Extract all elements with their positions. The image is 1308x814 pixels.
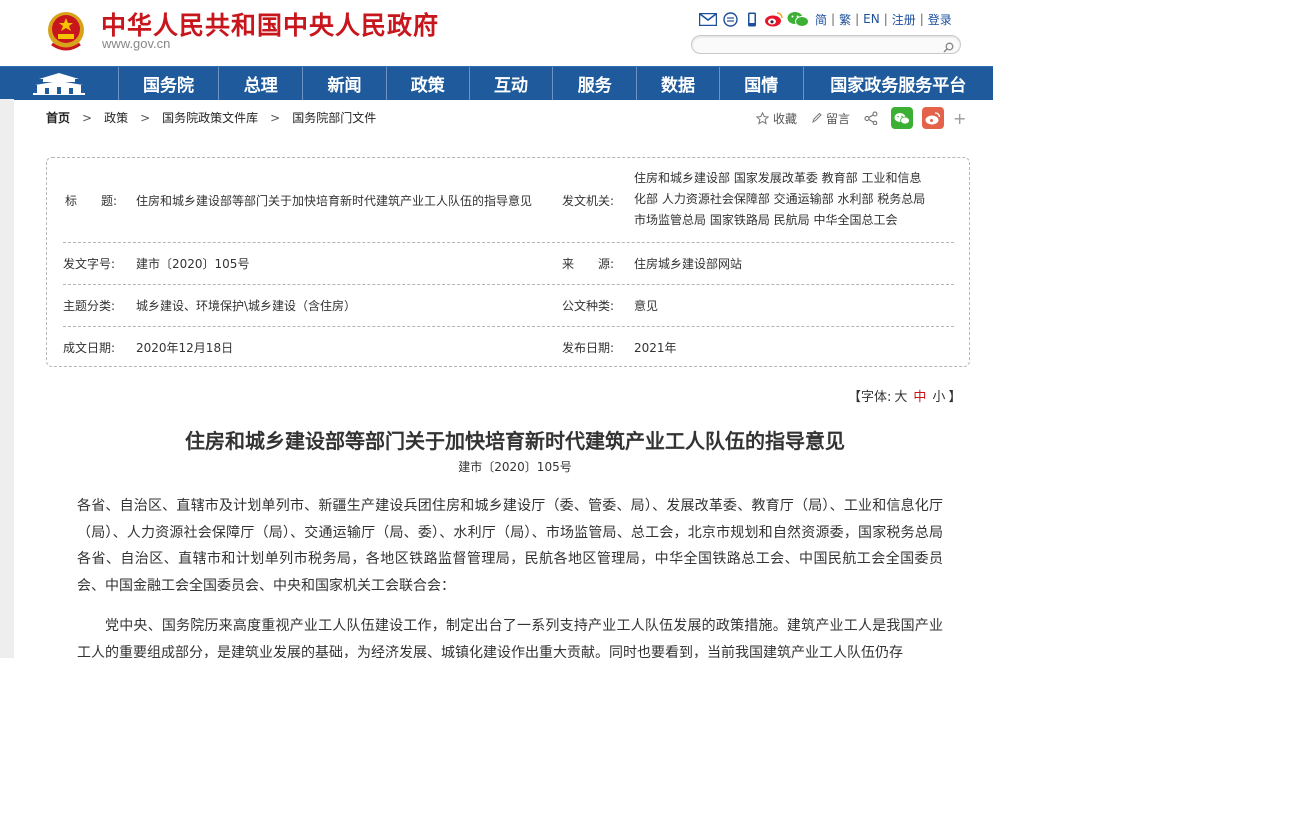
share-icon[interactable] [864, 111, 882, 125]
nav-item-policy[interactable]: 政策 [387, 67, 470, 100]
title-label: 标 题: [65, 194, 118, 208]
breadcrumb-department-documents[interactable]: 国务院部门文件 [292, 109, 376, 126]
published-date-value: 2021年 [634, 341, 677, 355]
site-url[interactable]: www.gov.cn [102, 36, 170, 51]
font-size-medium[interactable]: 中 [910, 390, 929, 405]
issuer-value: 住房和城乡建设部 国家发展改革委 教育部 工业和信息 化部 人力资源社会保障部 … [634, 168, 954, 231]
source-label: 来 源: [562, 257, 615, 271]
title-value: 住房和城乡建设部等部门关于加快培育新时代建筑产业工人队伍的指导意见 [136, 194, 533, 208]
star-icon [756, 111, 769, 125]
source-value: 住房城乡建设部网站 [634, 257, 743, 271]
weibo-icon[interactable] [763, 10, 785, 28]
share-weibo-icon[interactable] [922, 107, 945, 129]
collect-label: 收藏 [773, 111, 798, 126]
type-label: 公文种类: [562, 299, 615, 313]
breadcrumb: 首页 > 政策 > 国务院政策文件库 > 国务院部门文件 [46, 109, 376, 126]
nav-item-national-conditions[interactable]: 国情 [720, 67, 804, 100]
login-link[interactable]: 登录 [924, 11, 956, 28]
topic-value: 城乡建设、环境保护\城乡建设（含住房） [136, 299, 357, 313]
article-doc-number: 建市〔2020〕105号 [458, 460, 572, 474]
info-row-topic: 主题分类: 城乡建设、环境保护\城乡建设（含住房） 公文种类: 意见 [63, 284, 954, 327]
simplified-link[interactable]: 简 [811, 11, 831, 28]
issuer-line: 市场监管总局 国家铁路局 民航局 中华全国总工会 [634, 213, 898, 227]
issuer-line: 化部 人力资源社会保障部 交通运输部 水利部 税务总局 [634, 192, 926, 206]
nav-item-news[interactable]: 新闻 [303, 67, 387, 100]
issuer-label: 发文机关: [562, 194, 615, 208]
font-size-small[interactable]: 小 [929, 390, 948, 405]
type-value: 意见 [634, 299, 659, 313]
pencil-icon [812, 112, 822, 124]
nav-item-interaction[interactable]: 互动 [470, 67, 554, 100]
nav-item-premier[interactable]: 总理 [219, 67, 304, 100]
issuer-line: 住房和城乡建设部 国家发展改革委 教育部 工业和信息 [634, 171, 922, 185]
comment-button[interactable]: 留言 [811, 110, 850, 127]
font-size-large[interactable]: 大 [891, 390, 910, 405]
register-link[interactable]: 注册 [888, 11, 920, 28]
traditional-link[interactable]: 繁 [835, 11, 855, 28]
nav-item-data[interactable]: 数据 [637, 67, 720, 100]
comment-label: 留言 [826, 111, 851, 126]
english-link[interactable]: EN [859, 12, 884, 26]
article-title: 住房和城乡建设部等部门关于加快培育新时代建筑产业工人队伍的指导意见 [185, 429, 845, 453]
info-row-title: 标 题: 住房和城乡建设部等部门关于加快培育新时代建筑产业工人队伍的指导意见 发… [63, 158, 954, 243]
chevron-right-icon: > [140, 110, 151, 125]
more-share-icon[interactable]: + [953, 109, 966, 128]
breadcrumb-policy[interactable]: 政策 [104, 109, 128, 126]
article-paragraph: 各省、自治区、直辖市及计划单列市、新疆生产建设兵团住房和城乡建设厅（委、管委、局… [77, 498, 943, 594]
message-icon[interactable] [719, 10, 741, 28]
mobile-icon[interactable] [741, 10, 763, 28]
search-icon[interactable] [943, 38, 954, 57]
chevron-right-icon: > [270, 110, 281, 125]
share-bar: 收藏 留言 + [756, 107, 966, 129]
share-wechat-icon[interactable] [891, 107, 914, 129]
left-gutter [0, 99, 14, 658]
docno-label: 发文字号: [63, 257, 116, 271]
wechat-icon[interactable] [785, 10, 811, 28]
nav-item-gov-service-platform[interactable]: 国家政务服务平台 [804, 67, 993, 100]
breadcrumb-home[interactable]: 首页 [46, 109, 70, 126]
published-date-label: 发布日期: [562, 341, 615, 355]
written-date-value: 2020年12月18日 [136, 341, 234, 355]
collect-button[interactable]: 收藏 [756, 110, 797, 127]
font-size-prefix: 【字体: [848, 390, 892, 405]
main-nav: 国务院 总理 新闻 政策 互动 服务 数据 国情 国家政务服务平台 [0, 66, 993, 100]
docno-value: 建市〔2020〕105号 [136, 257, 250, 271]
breadcrumb-policy-library[interactable]: 国务院政策文件库 [162, 109, 258, 126]
info-row-docno: 发文字号: 建市〔2020〕105号 来 源: 住房城乡建设部网站 [63, 242, 954, 285]
article-paragraph: 党中央、国务院历来高度重视产业工人队伍建设工作，制定出台了一系列支持产业工人队伍… [77, 618, 943, 658]
search-input[interactable] [691, 35, 961, 54]
written-date-label: 成文日期: [63, 341, 116, 355]
chevron-right-icon: > [82, 110, 93, 125]
info-row-dates: 成文日期: 2020年12月18日 发布日期: 2021年 [63, 326, 954, 366]
font-size-suffix: 】 [948, 390, 962, 405]
nav-item-state-council[interactable]: 国务院 [119, 67, 220, 100]
national-emblem-logo[interactable] [46, 10, 86, 52]
nav-home-tiananmen-icon[interactable] [0, 67, 119, 100]
font-size-switcher: 【字体: 大中小】 [848, 386, 961, 405]
article-body: 各省、自治区、直辖市及计划单列市、新疆生产建设兵团住房和城乡建设厅（委、管委、局… [77, 493, 943, 658]
nav-item-services[interactable]: 服务 [553, 67, 638, 100]
browser-viewport: 中华人民共和国中央人民政府 www.gov.cn 简 | 繁 | EN | 注册… [0, 0, 993, 658]
mail-icon[interactable] [697, 10, 719, 28]
document-info-table: 标 题: 住房和城乡建设部等部门关于加快培育新时代建筑产业工人队伍的指导意见 发… [46, 157, 970, 367]
top-links: 简 | 繁 | EN | 注册 | 登录 [697, 9, 956, 29]
topic-label: 主题分类: [63, 299, 116, 313]
